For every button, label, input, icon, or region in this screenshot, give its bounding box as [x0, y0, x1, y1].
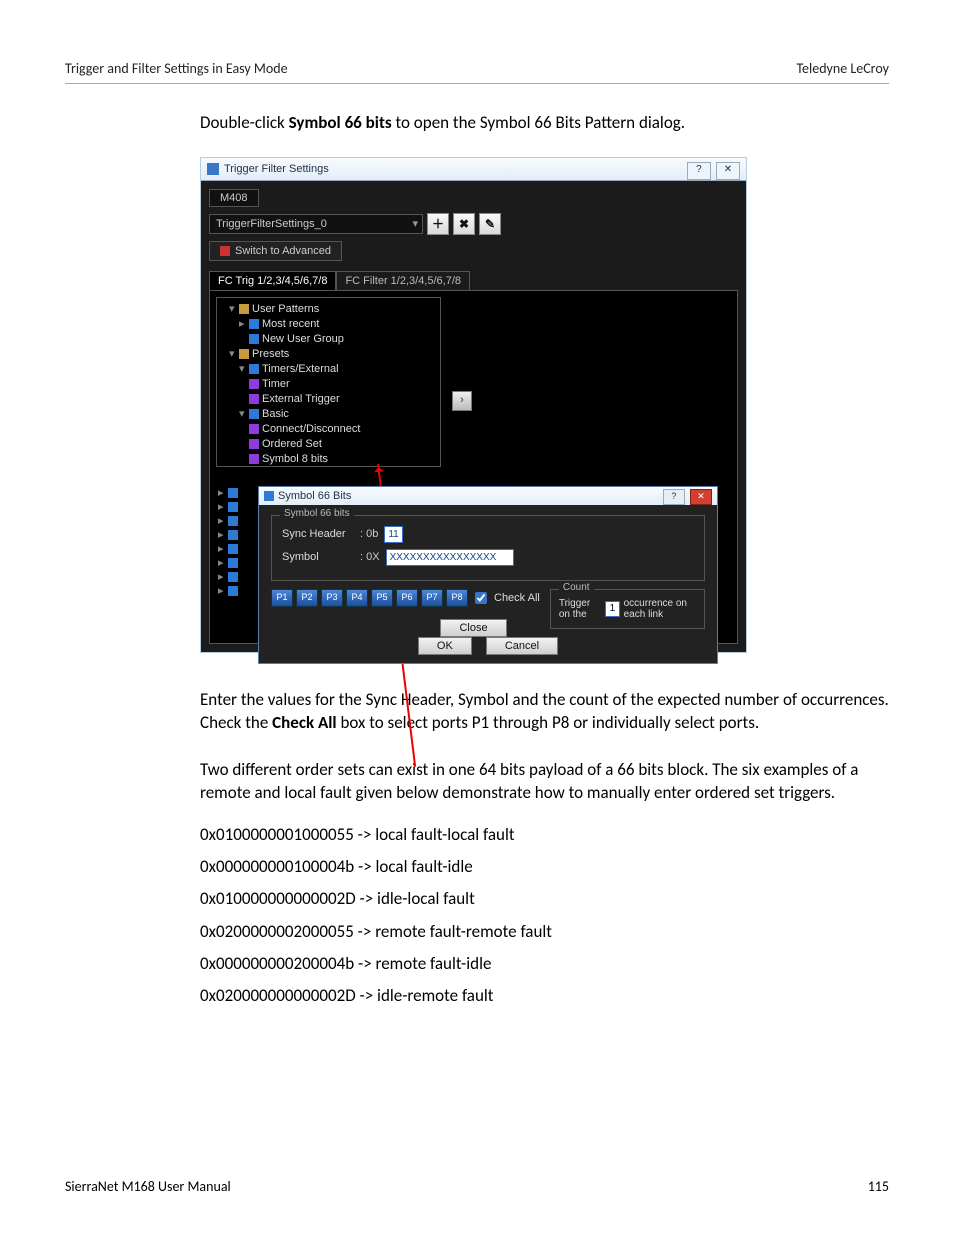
- dialog-help-button[interactable]: ?: [663, 489, 685, 505]
- settings-combo[interactable]: TriggerFilterSettings_0: [209, 214, 423, 234]
- footer-left: SierraNet M168 User Manual: [65, 1178, 231, 1195]
- window-title: Trigger Filter Settings: [224, 163, 329, 175]
- port-p2[interactable]: P2: [296, 589, 318, 607]
- port-p5[interactable]: P5: [371, 589, 393, 607]
- port-buttons: P1 P2 P3 P4 P5 P6 P7 P8 Check All: [271, 589, 540, 607]
- pattern-tree[interactable]: ▾User Patterns ▸Most recent New User Gro…: [216, 297, 441, 467]
- expand-button[interactable]: ›: [452, 391, 472, 411]
- main-panel: ▾User Patterns ▸Most recent New User Gro…: [209, 290, 738, 644]
- symbol-input[interactable]: XXXXXXXXXXXXXXXX: [386, 549, 514, 566]
- dialog-title: Symbol 66 Bits: [278, 490, 351, 502]
- port-p8[interactable]: P8: [446, 589, 468, 607]
- port-p3[interactable]: P3: [321, 589, 343, 607]
- add-button[interactable]: ＋: [427, 213, 449, 235]
- close-main-button[interactable]: Close: [440, 619, 506, 637]
- help-button[interactable]: ?: [687, 162, 711, 180]
- port-p6[interactable]: P6: [396, 589, 418, 607]
- app-icon: [207, 163, 219, 175]
- delete-button[interactable]: ✖: [453, 213, 475, 235]
- header-left: Trigger and Filter Settings in Easy Mode: [65, 60, 288, 77]
- switch-icon: [220, 246, 230, 256]
- port-p7[interactable]: P7: [421, 589, 443, 607]
- dialog-close-button[interactable]: ✕: [690, 489, 712, 505]
- footer-page: 115: [868, 1178, 889, 1195]
- intro-text: Double-click Symbol 66 bits to open the …: [200, 112, 889, 135]
- sync-header-input[interactable]: 11: [384, 526, 402, 543]
- check-all[interactable]: Check All: [471, 589, 540, 607]
- paragraph-2: Two different order sets can exist in on…: [200, 759, 889, 805]
- close-button[interactable]: ✕: [716, 162, 740, 180]
- sync-header-label: Sync Header: [282, 528, 354, 540]
- ok-button[interactable]: OK: [418, 637, 472, 655]
- port-p1[interactable]: P1: [271, 589, 293, 607]
- hex-examples: 0x0100000001000055 -> local fault-local …: [200, 819, 889, 1013]
- paragraph-1: Enter the values for the Sync Header, Sy…: [200, 689, 889, 735]
- edit-button[interactable]: ✎: [479, 213, 501, 235]
- screenshot-window: Trigger Filter Settings ? ✕ M408 Trigger…: [200, 157, 747, 653]
- titlebar: Trigger Filter Settings ? ✕: [201, 158, 746, 181]
- count-legend: Count: [559, 582, 594, 593]
- fieldset-legend: Symbol 66 bits: [280, 508, 354, 519]
- dialog-icon: [264, 491, 274, 501]
- tab-fc-filter[interactable]: FC Filter 1/2,3/4,5/6,7/8: [336, 271, 470, 290]
- symbol-label: Symbol: [282, 551, 354, 563]
- tree-stubs: ▸ ▸ ▸ ▸ ▸ ▸ ▸ ▸: [218, 486, 258, 598]
- tab-fc-trig[interactable]: FC Trig 1/2,3/4,5/6,7/8: [209, 271, 336, 290]
- cancel-button[interactable]: Cancel: [486, 637, 558, 655]
- tab-m408[interactable]: M408: [209, 189, 259, 207]
- port-p4[interactable]: P4: [346, 589, 368, 607]
- switch-advanced-button[interactable]: Switch to Advanced: [209, 241, 342, 261]
- header-right: Teledyne LeCroy: [796, 60, 889, 77]
